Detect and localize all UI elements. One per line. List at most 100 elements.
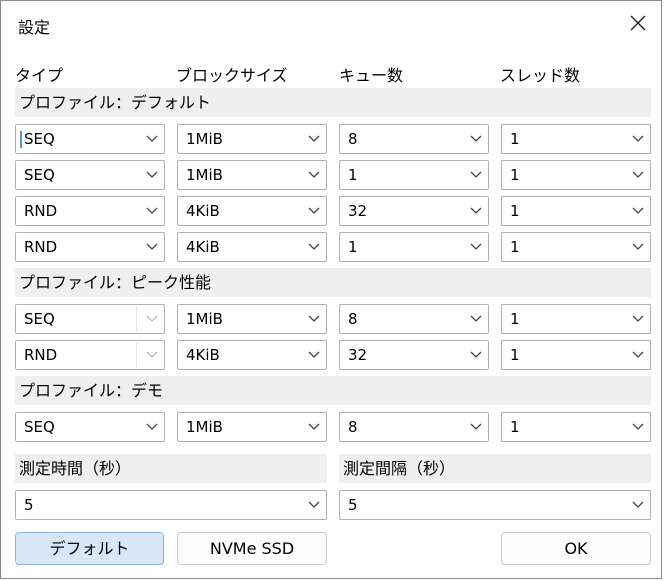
- chevron-down-icon: [146, 135, 158, 142]
- thread-value: 1: [510, 202, 520, 220]
- type-select[interactable]: SEQ: [15, 412, 165, 442]
- chevron-down-icon: [470, 243, 482, 250]
- chevron-down-icon: [146, 207, 158, 214]
- block-size-value: 4KiB: [186, 346, 220, 364]
- chevron-down-icon: [146, 243, 158, 250]
- measure-interval-select[interactable]: 5: [339, 490, 651, 520]
- chevron-down-icon: [308, 423, 320, 430]
- block-size-value: 1MiB: [186, 166, 223, 184]
- close-icon: [630, 15, 646, 31]
- type-select[interactable]: SEQ: [15, 124, 165, 154]
- type-select-disabled: SEQ: [15, 304, 165, 334]
- queue-value: 8: [348, 130, 358, 148]
- queue-select[interactable]: 32: [339, 196, 489, 226]
- type-value: RND: [24, 346, 58, 364]
- type-select[interactable]: SEQ: [15, 160, 165, 190]
- section-default-profile: プロファイル：デフォルト: [15, 88, 651, 117]
- divider: [136, 342, 137, 368]
- chevron-down-icon: [308, 171, 320, 178]
- chevron-down-icon: [632, 315, 644, 322]
- chevron-down-icon: [146, 171, 158, 178]
- chevron-down-icon: [146, 351, 158, 358]
- type-select[interactable]: RND: [15, 196, 165, 226]
- chevron-down-icon: [632, 351, 644, 358]
- type-value: SEQ: [24, 310, 55, 328]
- measure-interval-label: 測定間隔（秒）: [339, 454, 651, 483]
- chevron-down-icon: [308, 501, 320, 508]
- section-peak-profile: プロファイル：ピーク性能: [15, 268, 651, 297]
- close-button[interactable]: [613, 1, 663, 45]
- chevron-down-icon: [470, 351, 482, 358]
- chevron-down-icon: [146, 315, 158, 322]
- queue-value: 1: [348, 238, 358, 256]
- default-button[interactable]: デフォルト: [15, 532, 164, 565]
- measure-interval-value: 5: [348, 496, 358, 514]
- queue-select[interactable]: 8: [339, 124, 489, 154]
- thread-select[interactable]: 1: [501, 160, 651, 190]
- thread-select[interactable]: 1: [501, 304, 651, 334]
- block-size-value: 4KiB: [186, 202, 220, 220]
- chevron-down-icon: [308, 243, 320, 250]
- block-size-select[interactable]: 1MiB: [177, 160, 327, 190]
- settings-dialog: 設定 タイプ ブロックサイズ キュー数 スレッド数 プロファイル：デフォルト S…: [0, 0, 662, 579]
- chevron-down-icon: [470, 207, 482, 214]
- measure-time-value: 5: [24, 496, 34, 514]
- queue-value: 8: [348, 418, 358, 436]
- queue-select[interactable]: 8: [339, 412, 489, 442]
- chevron-down-icon: [308, 135, 320, 142]
- ok-button[interactable]: OK: [501, 532, 651, 565]
- chevron-down-icon: [632, 501, 644, 508]
- thread-value: 1: [510, 310, 520, 328]
- thread-select[interactable]: 1: [501, 232, 651, 262]
- block-size-value: 1MiB: [186, 130, 223, 148]
- measure-time-label: 測定時間（秒）: [15, 454, 327, 483]
- chevron-down-icon: [470, 171, 482, 178]
- chevron-down-icon: [470, 423, 482, 430]
- block-size-select[interactable]: 4KiB: [177, 196, 327, 226]
- chevron-down-icon: [308, 315, 320, 322]
- focus-caret: [20, 131, 22, 148]
- thread-value: 1: [510, 418, 520, 436]
- thread-value: 1: [510, 130, 520, 148]
- thread-select[interactable]: 1: [501, 196, 651, 226]
- dialog-title: 設定: [18, 18, 51, 37]
- chevron-down-icon: [632, 243, 644, 250]
- queue-select[interactable]: 1: [339, 232, 489, 262]
- thread-value: 1: [510, 346, 520, 364]
- chevron-down-icon: [308, 351, 320, 358]
- chevron-down-icon: [632, 423, 644, 430]
- block-size-select[interactable]: 1MiB: [177, 412, 327, 442]
- header-block-size: ブロックサイズ: [176, 66, 288, 85]
- chevron-down-icon: [470, 315, 482, 322]
- thread-select[interactable]: 1: [501, 124, 651, 154]
- queue-select[interactable]: 32: [339, 340, 489, 370]
- thread-select[interactable]: 1: [501, 412, 651, 442]
- chevron-down-icon: [632, 135, 644, 142]
- chevron-down-icon: [470, 135, 482, 142]
- queue-value: 32: [348, 346, 368, 364]
- block-size-value: 1MiB: [186, 310, 223, 328]
- section-demo-profile: プロファイル：デモ: [15, 376, 651, 405]
- queue-value: 1: [348, 166, 358, 184]
- chevron-down-icon: [146, 423, 158, 430]
- nvme-ssd-button[interactable]: NVMe SSD: [177, 532, 327, 565]
- queue-select[interactable]: 1: [339, 160, 489, 190]
- queue-select[interactable]: 8: [339, 304, 489, 334]
- queue-value: 8: [348, 310, 358, 328]
- block-size-select[interactable]: 4KiB: [177, 340, 327, 370]
- thread-value: 1: [510, 238, 520, 256]
- thread-select[interactable]: 1: [501, 340, 651, 370]
- type-select[interactable]: RND: [15, 232, 165, 262]
- type-select-disabled: RND: [15, 340, 165, 370]
- type-value: RND: [24, 238, 58, 256]
- thread-value: 1: [510, 166, 520, 184]
- block-size-select[interactable]: 1MiB: [177, 304, 327, 334]
- header-queues: キュー数: [339, 66, 404, 85]
- measure-time-select[interactable]: 5: [15, 490, 327, 520]
- block-size-select[interactable]: 4KiB: [177, 232, 327, 262]
- type-value: SEQ: [24, 166, 55, 184]
- block-size-select[interactable]: 1MiB: [177, 124, 327, 154]
- header-type: タイプ: [15, 66, 64, 85]
- queue-value: 32: [348, 202, 368, 220]
- type-value: RND: [24, 202, 58, 220]
